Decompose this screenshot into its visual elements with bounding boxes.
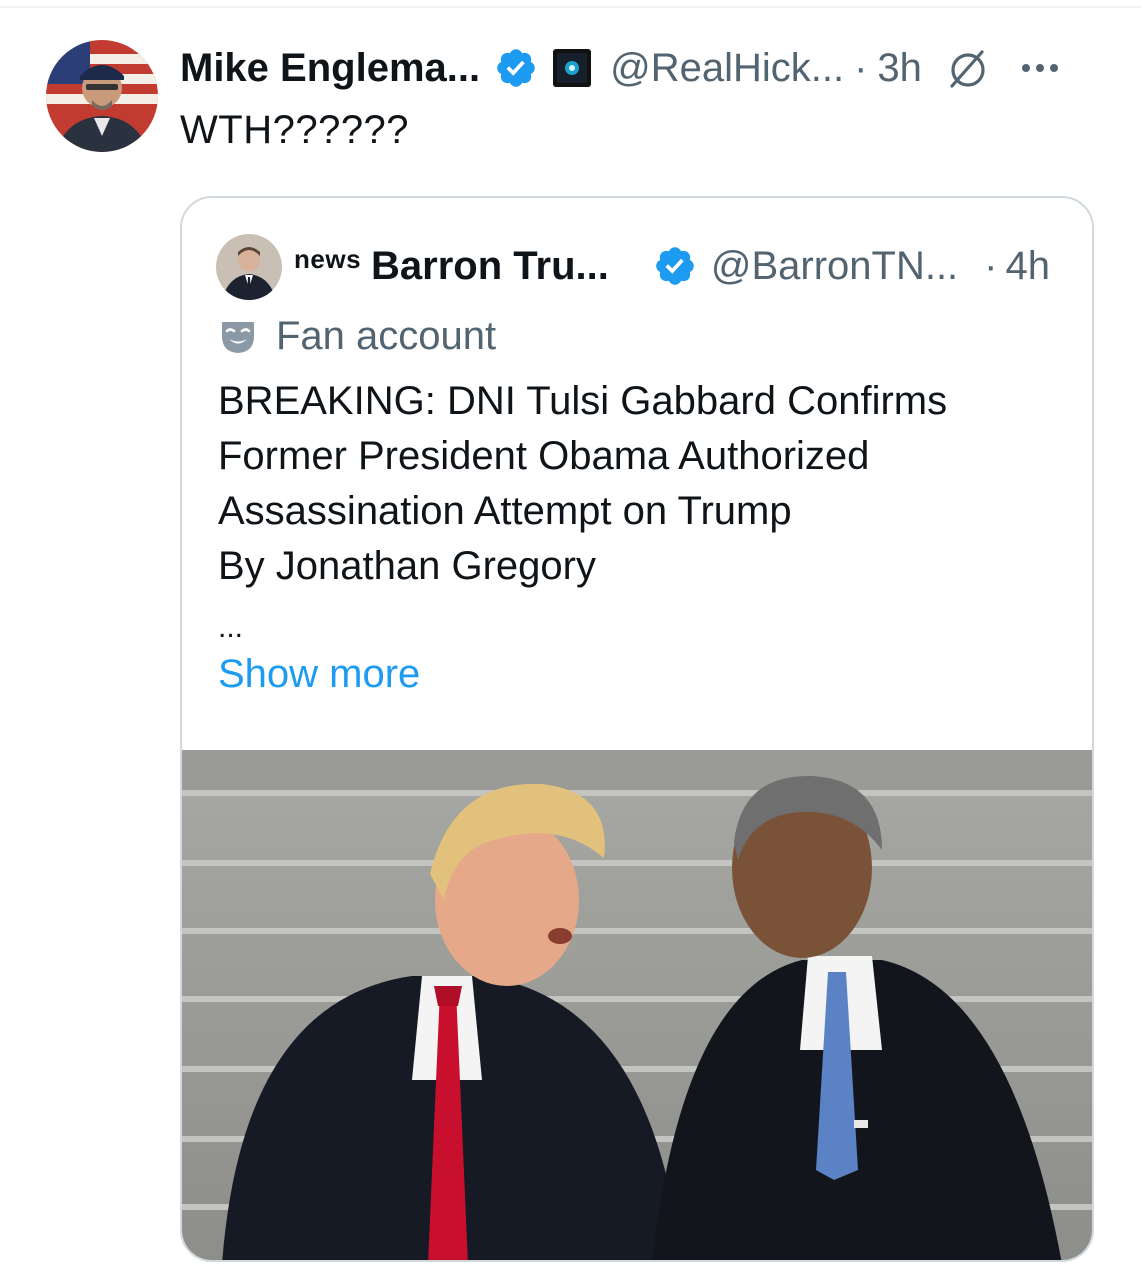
quoted-author-handle[interactable]: @BarronTN... (711, 244, 958, 289)
grok-icon[interactable] (944, 44, 992, 92)
quoted-text-line: Assassination Attempt on Trump (218, 489, 792, 533)
fan-account-text: Fan account (276, 313, 497, 358)
separator-dot: · (984, 243, 998, 288)
theater-mask-icon (222, 322, 254, 353)
quoted-tweet-card[interactable]: news Barron Tru... @BarronTN... · 4h Fan… (180, 196, 1094, 1262)
top-divider (0, 6, 1141, 8)
author-avatar[interactable] (46, 40, 158, 152)
author-name[interactable]: Mike Englema... (180, 46, 480, 91)
quoted-text-line: By Jonathan Gregory (218, 544, 596, 588)
quoted-text-line: Former President Obama Authorized (218, 434, 870, 478)
quoted-tweet-header: news Barron Tru... @BarronTN... · 4h (294, 238, 1050, 294)
verified-badge-icon[interactable] (494, 46, 538, 90)
tweet-timestamp[interactable]: 3h (877, 46, 922, 91)
author-handle[interactable]: @RealHick... (610, 46, 844, 91)
news-label: news (294, 244, 362, 274)
separator-dot: · (854, 45, 868, 90)
show-more-link[interactable]: Show more (218, 652, 420, 697)
quoted-tweet-photo[interactable] (182, 750, 1092, 1260)
more-options-icon[interactable] (1018, 46, 1062, 90)
quoted-author-avatar[interactable] (216, 234, 282, 300)
affiliate-badge-icon[interactable] (552, 48, 592, 88)
truncation-ellipsis: ... (218, 611, 244, 644)
tweet-header: Mike Englema... @RealHick... · 3h (180, 40, 1062, 96)
verified-badge-icon[interactable] (653, 244, 697, 288)
quoted-tweet-timestamp[interactable]: 4h (1006, 244, 1051, 289)
fan-account-label: Fan account (218, 310, 496, 362)
tweet-text: WTH?????? (180, 108, 410, 152)
quoted-text-line: BREAKING: DNI Tulsi Gabbard Confirms (218, 379, 948, 423)
quoted-author-name[interactable]: Barron Tru... (371, 244, 609, 289)
quoted-tweet-text: BREAKING: DNI Tulsi Gabbard Confirms For… (218, 374, 1078, 648)
